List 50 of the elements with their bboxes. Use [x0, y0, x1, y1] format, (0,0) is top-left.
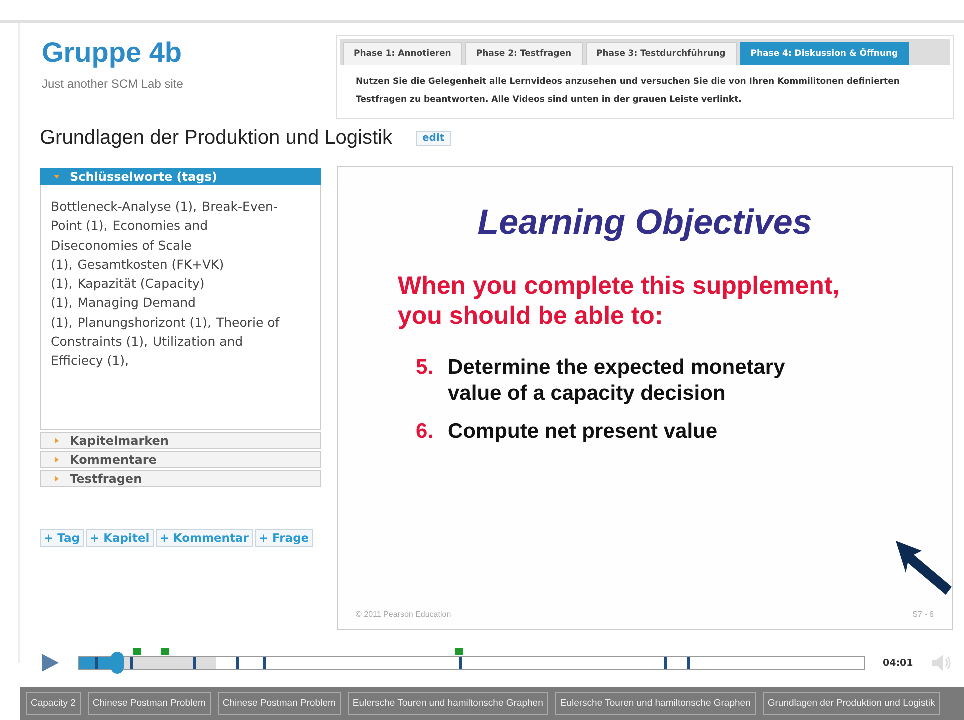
play-icon[interactable] [40, 653, 60, 673]
question-marker[interactable] [160, 648, 169, 655]
video-link[interactable]: Chinese Postman Problem [88, 692, 211, 715]
phase-tab[interactable]: Phase 1: Annotieren [343, 42, 462, 65]
video-link[interactable]: Eulersche Touren und hamiltonsche Graphen [555, 692, 756, 715]
page-title: Grundlagen der Produktion und Logistik [40, 127, 392, 150]
add-button[interactable]: + Kapitel [86, 529, 154, 547]
chapter-marker[interactable] [130, 657, 134, 669]
chapter-marker[interactable] [236, 657, 239, 669]
chapter-marker[interactable] [94, 657, 98, 669]
phase-description: Nutzen Sie die Gelegenheit alle Lernvideos anzusehen und versuchen Sie die von Ihren Kommilitonen definierten Testfragen zu beantworten. Alle Videos sind unten in der grauen Leiste verlinkt. [355, 76, 901, 107]
video-link[interactable]: Chinese Postman Problem [218, 692, 341, 715]
slide-number: S7 - 6 [912, 610, 934, 619]
chapter-marker[interactable] [664, 657, 667, 669]
accordion-header[interactable]: Schlüsselworte (tags) [40, 168, 321, 185]
chapter-marker[interactable] [263, 657, 266, 669]
caret-icon [53, 474, 61, 482]
item-number: 6. [416, 419, 435, 445]
phase-tab[interactable]: Phase 2: Testfragen [465, 42, 582, 65]
add-button[interactable]: + Frage [254, 529, 314, 547]
slide-copyright: © 2011 Pearson Education [356, 610, 452, 619]
caret-icon [53, 172, 61, 180]
video-link[interactable]: Capacity 2 [26, 692, 81, 715]
add-button[interactable]: + Kommentar [156, 529, 253, 547]
caret-icon [53, 456, 61, 464]
objective-text: Determine the expected monetary value of a capacity decision [448, 355, 786, 407]
item-number: 5. [416, 355, 435, 381]
site-tagline: Just another SCM Lab site [42, 77, 184, 91]
slide-intro: When you complete this supplement, you should be able to: [398, 271, 841, 331]
accordion-header[interactable]: Testfragen [40, 470, 321, 487]
chapter-marker[interactable] [192, 657, 196, 669]
chapter-marker[interactable] [687, 657, 690, 669]
slide-heading: Learning Objectives [476, 203, 814, 243]
phase-tab[interactable]: Phase 4: Diskussion & Öffnung [740, 42, 910, 65]
objective-text: Compute net present value [448, 419, 719, 445]
add-button[interactable]: + Tag [40, 529, 84, 547]
question-marker[interactable] [133, 648, 142, 655]
video-link[interactable]: Grundlagen der Produktion und Logistik [762, 692, 940, 715]
slider-handle[interactable] [111, 652, 124, 674]
caret-icon [53, 436, 61, 444]
edit-button[interactable]: edit [416, 131, 451, 146]
site-title[interactable]: Gruppe 4b [42, 37, 184, 69]
accordion-header[interactable]: Kommentare [40, 451, 321, 468]
video-link[interactable]: Eulersche Touren und hamiltonsche Graphen [348, 692, 548, 715]
timeline-track[interactable] [78, 656, 865, 670]
phase-tab[interactable]: Phase 3: Testdurchführung [586, 42, 737, 65]
question-marker[interactable] [454, 648, 463, 655]
accordion-header[interactable]: Kapitelmarken [40, 432, 321, 449]
time-display: 04:01 [883, 658, 914, 668]
chapter-marker[interactable] [458, 657, 462, 669]
